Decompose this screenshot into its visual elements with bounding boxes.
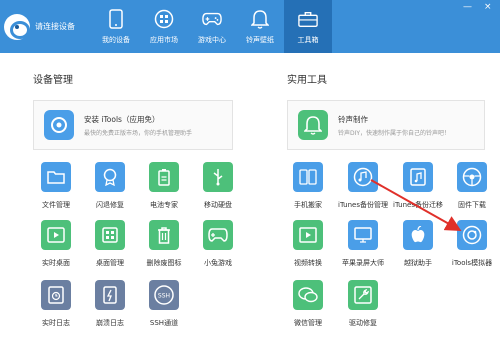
- annotation-arrow-icon: [370, 179, 462, 231]
